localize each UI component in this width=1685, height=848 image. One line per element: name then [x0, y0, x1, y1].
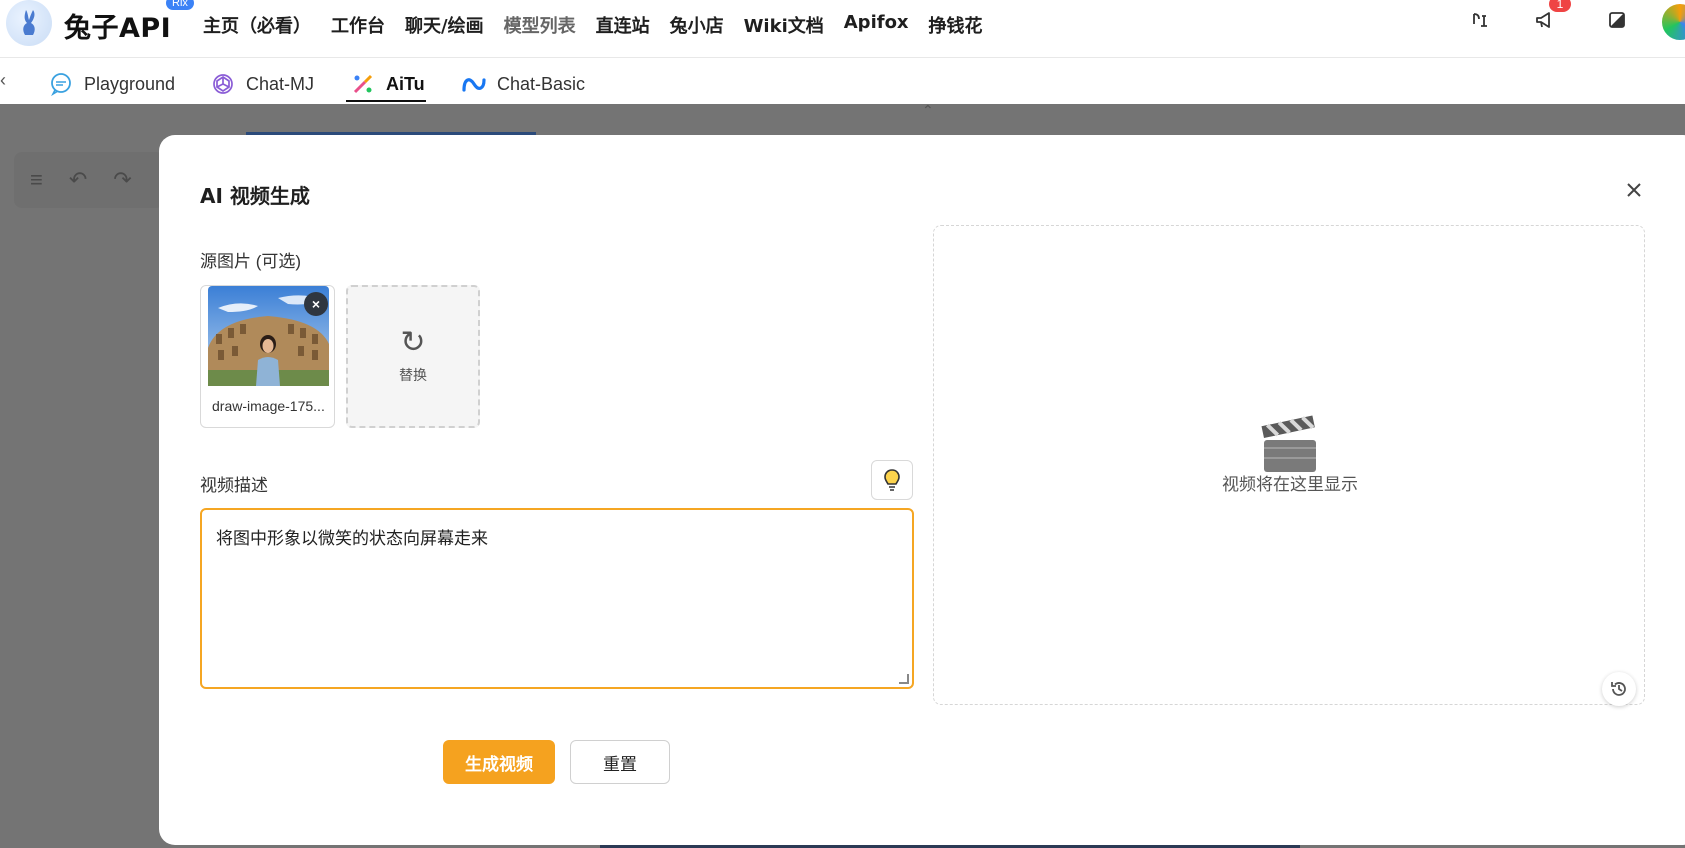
tab-label: Chat-MJ [246, 73, 315, 94]
app-tabbar: ‹ Playground Chat-MJ AiTu Chat-Basic [0, 58, 1685, 104]
nav-item-apifox[interactable]: Apifox [844, 12, 909, 38]
meta-icon [461, 71, 487, 97]
replace-label: 替换 [399, 366, 427, 383]
generate-video-button[interactable]: 生成视频 [443, 740, 555, 784]
source-image-label: 源图片 (可选) [200, 252, 302, 271]
nav-item-chat-draw[interactable]: 聊天/绘画 [405, 12, 484, 38]
dialog-title: AI 视频生成 [200, 184, 310, 208]
theme-icon[interactable] [1605, 8, 1629, 32]
undo-icon[interactable]: ↶ [69, 167, 87, 193]
notification-badge: 1 [1549, 0, 1571, 12]
canvas-toolbar: ≡ ↶ ↷ [14, 152, 164, 208]
reset-button[interactable]: 重置 [570, 740, 670, 784]
source-image-card[interactable]: × draw-image-175... [200, 285, 335, 428]
chat-bubble-icon [48, 71, 74, 97]
replace-image-button[interactable]: ↻ 替换 [346, 285, 480, 428]
tab-label: AiTu [386, 73, 425, 94]
brand-name[interactable]: 兔子API [64, 6, 171, 45]
close-icon[interactable] [1621, 177, 1647, 203]
refresh-icon: ↻ [400, 325, 426, 359]
prompt-suggestion-button[interactable] [871, 460, 913, 500]
active-tab-indicator [346, 100, 426, 102]
nav-item-wiki[interactable]: Wiki文档 [744, 12, 824, 38]
announcement-icon[interactable] [1533, 8, 1557, 32]
tab-playground[interactable]: Playground [48, 66, 175, 102]
history-icon [1611, 682, 1626, 696]
lightbulb-icon [884, 469, 900, 491]
nav-item-direct-site[interactable]: 直连站 [596, 12, 650, 38]
brand-badge: Rix [166, 0, 194, 10]
video-description-textarea[interactable]: 将图中形象以微笑的状态向屏幕走来 [200, 508, 914, 689]
menu-icon[interactable]: ≡ [30, 167, 43, 193]
video-preview-area: 视频将在这里显示 [933, 225, 1645, 706]
description-text: 将图中形象以微笑的状态向屏幕走来 [216, 529, 488, 548]
source-image-name: draw-image-175... [212, 398, 325, 414]
nav-item-workbench[interactable]: 工作台 [331, 12, 385, 38]
remove-image-button[interactable]: × [304, 292, 328, 316]
ai-video-dialog: AI 视频生成 源图片 (可选) × draw-image-175... ↻ 替… [159, 135, 1685, 845]
top-navbar: 兔子API Rix 主页（必看） 工作台 聊天/绘画 模型列表 直连站 兔小店 … [0, 0, 1685, 58]
description-label: 视频描述 [200, 476, 268, 495]
preview-placeholder-text: 视频将在这里显示 [1222, 475, 1358, 494]
paint-brush-icon [350, 71, 376, 97]
nav-item-shop[interactable]: 兔小店 [670, 12, 724, 38]
redo-icon[interactable]: ↷ [113, 167, 131, 193]
tab-label: Playground [84, 73, 176, 94]
avatar[interactable] [1660, 2, 1685, 42]
tab-aitu[interactable]: AiTu [350, 66, 425, 102]
nav-item-earn[interactable]: 挣钱花 [929, 12, 983, 38]
tab-label: Chat-Basic [497, 73, 586, 94]
clapperboard-icon [1258, 414, 1322, 478]
history-button[interactable] [1602, 672, 1636, 706]
rabbit-logo-icon[interactable] [6, 0, 52, 46]
resize-handle-icon[interactable] [899, 674, 909, 684]
chevron-up-icon: ⌃ [922, 102, 934, 118]
main-nav: 主页（必看） 工作台 聊天/绘画 模型列表 直连站 兔小店 Wiki文档 Api… [203, 12, 1003, 38]
translate-icon[interactable] [1468, 8, 1492, 32]
chevron-left-icon[interactable]: ‹ [0, 70, 6, 91]
openai-icon [210, 71, 236, 97]
nav-item-model-list[interactable]: 模型列表 [504, 12, 576, 38]
tab-chat-basic[interactable]: Chat-Basic [461, 66, 585, 102]
tab-chat-mj[interactable]: Chat-MJ [210, 66, 314, 102]
nav-item-home[interactable]: 主页（必看） [203, 12, 311, 38]
